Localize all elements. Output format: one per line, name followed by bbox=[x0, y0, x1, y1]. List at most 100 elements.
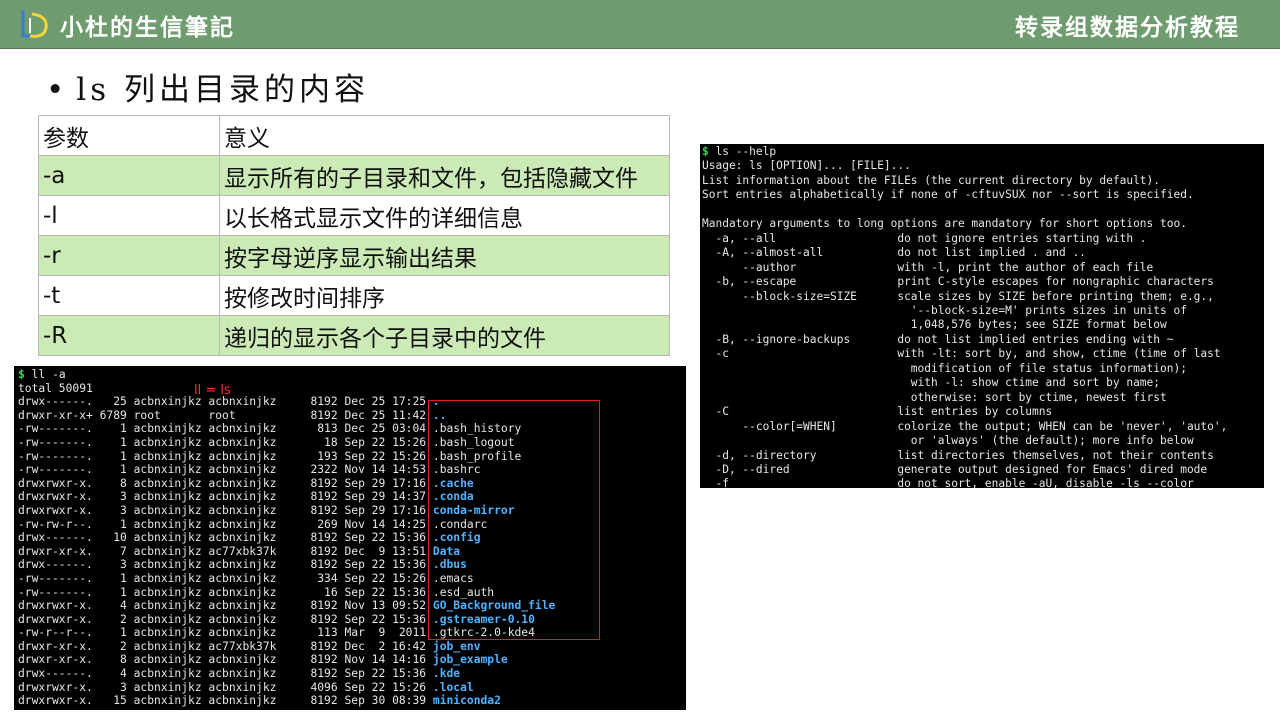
listing-meta: drwxrwxr-x. 2 acbnxinjkz acbnxinjkz 8192… bbox=[18, 612, 433, 626]
listing-row: drwxr-xr-x+ 6789 root root 8192 Dec 25 1… bbox=[18, 409, 447, 422]
listing-meta: drwxr-xr-x. 2 acbnxinjkz ac77xbk37k 8192… bbox=[18, 639, 433, 653]
terminal-ll-screenshot: $ ll -a total 50091 drwx------. 25 acbnx… bbox=[14, 366, 686, 710]
help-line: --color[=WHEN] colorize the output; WHEN… bbox=[702, 419, 1228, 433]
bullet: • bbox=[46, 72, 69, 108]
listing-row: -rw-------. 1 acbnxinjkz acbnxinjkz 334 … bbox=[18, 572, 474, 585]
help-line: -C list entries by columns bbox=[702, 405, 1053, 419]
help-line: otherwise: sort by ctime, newest first bbox=[702, 390, 1167, 404]
listing-row: drwxr-xr-x. 7 acbnxinjkz ac77xbk37k 8192… bbox=[18, 545, 460, 558]
terminal-prompt: $ bbox=[702, 145, 709, 158]
meaning-cell: 递归的显示各个子目录中的文件 bbox=[219, 315, 670, 356]
listing-dir-name: job_example bbox=[432, 653, 508, 667]
terminal-command: ls --help bbox=[715, 145, 777, 158]
table-row: -r 按字母逆序显示输出结果 bbox=[38, 235, 670, 276]
listing-meta: -rw-------. 1 acbnxinjkz acbnxinjkz 334 … bbox=[18, 571, 433, 585]
listing-row: drwxrwxr-x. 3 acbnxinjkz acbnxinjkz 4096… bbox=[18, 681, 474, 694]
slide-title-text: ls 列出目录的内容 bbox=[76, 72, 369, 108]
listing-meta: drwx------. 3 acbnxinjkz acbnxinjkz 8192… bbox=[18, 558, 433, 572]
help-line: -A, --almost-all do not list implied . a… bbox=[702, 246, 1086, 260]
brand-title: 小杜的生信筆記 bbox=[60, 14, 235, 41]
listing-meta: drwxrwxr-x. 3 acbnxinjkz acbnxinjkz 8192… bbox=[18, 503, 433, 517]
header-bar: 小杜的生信筆記 转录组数据分析教程 bbox=[0, 0, 1280, 49]
listing-meta: -rw-------. 1 acbnxinjkz acbnxinjkz 16 S… bbox=[18, 585, 433, 599]
help-line: -D, --dired generate output designed for… bbox=[702, 462, 1208, 476]
listing-meta: drwxrwxr-x. 15 acbnxinjkz acbnxinjkz 819… bbox=[18, 694, 433, 708]
listing-meta: drwxr-xr-x. 8 acbnxinjkz acbnxinjkz 8192… bbox=[18, 653, 433, 667]
help-line: Usage: ls [OPTION]... [FILE]... bbox=[702, 159, 911, 173]
listing-meta: drwx------. 10 acbnxinjkz acbnxinjkz 819… bbox=[18, 531, 433, 545]
slide-title: • ls 列出目录的内容 bbox=[46, 64, 369, 109]
listing-row: drwxr-xr-x. 2 acbnxinjkz ac77xbk37k 8192… bbox=[18, 640, 481, 653]
help-line: -d, --directory list directories themsel… bbox=[702, 448, 1214, 462]
listing-meta: -rw-------. 1 acbnxinjkz acbnxinjkz 18 S… bbox=[18, 435, 433, 449]
listing-row: -rw-------. 1 acbnxinjkz acbnxinjkz 2322… bbox=[18, 463, 481, 476]
terminal-total: total 50091 bbox=[18, 381, 93, 395]
listing-row: drwx------. 3 acbnxinjkz acbnxinjkz 8192… bbox=[18, 558, 467, 571]
listing-meta: -rw-------. 1 acbnxinjkz acbnxinjkz 193 … bbox=[18, 449, 433, 463]
help-line: --author with -l, print the author of ea… bbox=[702, 260, 1154, 274]
help-line: modification of file status information)… bbox=[702, 361, 1187, 375]
listing-row: drwx------. 4 acbnxinjkz acbnxinjkz 8192… bbox=[18, 667, 460, 680]
listing-meta: -rw-------. 1 acbnxinjkz acbnxinjkz 2322… bbox=[18, 463, 433, 477]
listing-meta: drwx------. 4 acbnxinjkz acbnxinjkz 8192… bbox=[18, 667, 433, 681]
listing-meta: drwxrwxr-x. 8 acbnxinjkz acbnxinjkz 8192… bbox=[18, 476, 433, 490]
terminal-help-output: $ ls --help Usage: ls [OPTION]... [FILE]… bbox=[700, 144, 1264, 488]
param-cell: -r bbox=[38, 235, 220, 276]
terminal-command: ll -a bbox=[31, 368, 66, 381]
help-line: 1,048,576 bytes; see SIZE format below bbox=[702, 318, 1167, 332]
meaning-cell: 按修改时间排序 bbox=[219, 275, 670, 316]
listing-meta: drwxrwxr-x. 4 acbnxinjkz acbnxinjkz 8192… bbox=[18, 599, 433, 613]
listing-dir-name: .kde bbox=[432, 667, 461, 681]
table-header-param: 参数 bbox=[38, 115, 220, 156]
listing-dir-name: miniconda2 bbox=[432, 694, 501, 708]
listing-dir-name: .local bbox=[432, 680, 474, 694]
ld-logo-icon bbox=[21, 10, 48, 38]
help-line: '--block-size=M' prints sizes in units o… bbox=[702, 303, 1187, 317]
help-line: or 'always' (the default); more info bel… bbox=[702, 434, 1194, 448]
help-line: -B, --ignore-backups do not list implied… bbox=[702, 332, 1174, 346]
listing-meta: drwxr-xr-x+ 6789 root root 8192 Dec 25 1… bbox=[18, 408, 433, 422]
help-line: -c with -lt: sort by, and show, ctime (t… bbox=[702, 347, 1221, 361]
meaning-cell: 按字母逆序显示输出结果 bbox=[219, 235, 670, 276]
terminal-help-screenshot: $ ls --help Usage: ls [OPTION]... [FILE]… bbox=[700, 144, 1264, 488]
listing-row: drwxrwxr-x. 3 acbnxinjkz acbnxinjkz 8192… bbox=[18, 490, 474, 503]
help-line: -f do not sort, enable -aU, disable -ls … bbox=[702, 477, 1194, 488]
help-line: -a, --all do not ignore entries starting… bbox=[702, 231, 1147, 245]
table-header-row: 参数 意义 bbox=[38, 115, 670, 156]
listing-row: drwxr-xr-x. 8 acbnxinjkz acbnxinjkz 8192… bbox=[18, 653, 508, 666]
help-line: Mandatory arguments to long options are … bbox=[702, 217, 1187, 231]
listing-row: -rw-rw-r--. 1 acbnxinjkz acbnxinjkz 269 … bbox=[18, 518, 487, 531]
meaning-cell: 以长格式显示文件的详细信息 bbox=[219, 195, 670, 236]
listing-meta: drwxrwxr-x. 3 acbnxinjkz acbnxinjkz 4096… bbox=[18, 680, 433, 694]
listing-meta: -rw-------. 1 acbnxinjkz acbnxinjkz 813 … bbox=[18, 422, 433, 436]
annotation-ll-equals-ls: ll = ls bbox=[194, 383, 231, 398]
meaning-cell: 显示所有的子目录和文件，包括隐藏文件 bbox=[219, 155, 670, 196]
param-cell: -l bbox=[38, 195, 220, 236]
terminal-prompt: $ bbox=[18, 368, 25, 381]
listing-meta: -rw-r--r--. 1 acbnxinjkz acbnxinjkz 113 … bbox=[18, 626, 433, 640]
listing-row: drwxrwxr-x. 8 acbnxinjkz acbnxinjkz 8192… bbox=[18, 477, 474, 490]
topic-title: 转录组数据分析教程 bbox=[1015, 14, 1240, 41]
listing-meta: drwxrwxr-x. 3 acbnxinjkz acbnxinjkz 8192… bbox=[18, 490, 433, 504]
help-line: List information about the FILEs (the cu… bbox=[702, 173, 1161, 187]
table-row: -l 以长格式显示文件的详细信息 bbox=[38, 195, 670, 236]
highlight-box bbox=[428, 400, 600, 640]
table-header-meaning: 意义 bbox=[219, 115, 670, 156]
table-row: -a 显示所有的子目录和文件，包括隐藏文件 bbox=[38, 155, 670, 196]
param-cell: -a bbox=[38, 155, 220, 196]
table-row: -R 递归的显示各个子目录中的文件 bbox=[38, 315, 670, 356]
table-row: -t 按修改时间排序 bbox=[38, 275, 670, 316]
help-line: with -l: show ctime and sort by name; bbox=[702, 376, 1161, 390]
listing-meta: -rw-rw-r--. 1 acbnxinjkz acbnxinjkz 269 … bbox=[18, 517, 433, 531]
listing-row: drwxrwxr-x. 15 acbnxinjkz acbnxinjkz 819… bbox=[18, 694, 501, 707]
help-line: -b, --escape print C-style escapes for n… bbox=[702, 275, 1214, 289]
help-line: --block-size=SIZE scale sizes by SIZE be… bbox=[702, 289, 1214, 303]
param-cell: -R bbox=[38, 315, 220, 356]
params-table: 参数 意义 -a 显示所有的子目录和文件，包括隐藏文件 -l 以长格式显示文件的… bbox=[38, 115, 670, 356]
param-cell: -t bbox=[38, 275, 220, 316]
help-line: Sort entries alphabetically if none of -… bbox=[702, 188, 1194, 202]
listing-row: drwx------. 10 acbnxinjkz acbnxinjkz 819… bbox=[18, 531, 481, 544]
listing-dir-name: job_env bbox=[432, 639, 481, 653]
listing-row: -rw-------. 1 acbnxinjkz acbnxinjkz 16 S… bbox=[18, 586, 494, 599]
listing-meta: drwxr-xr-x. 7 acbnxinjkz ac77xbk37k 8192… bbox=[18, 544, 433, 558]
